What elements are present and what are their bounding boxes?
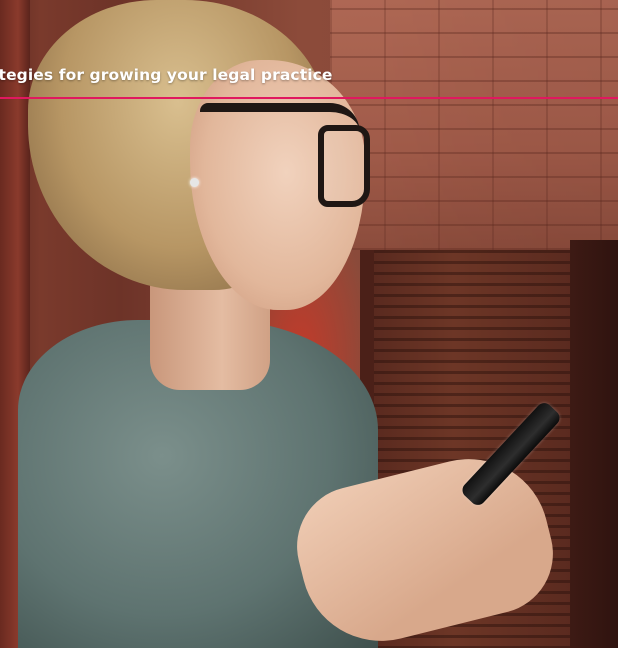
door-frame	[570, 240, 618, 648]
glasses-lens	[318, 125, 370, 207]
earring	[190, 178, 199, 187]
brick-wall	[330, 0, 618, 250]
hero-banner: ategies for growing your legal practice	[0, 0, 618, 648]
headline[interactable]: ategies for growing your legal practice	[0, 66, 333, 84]
